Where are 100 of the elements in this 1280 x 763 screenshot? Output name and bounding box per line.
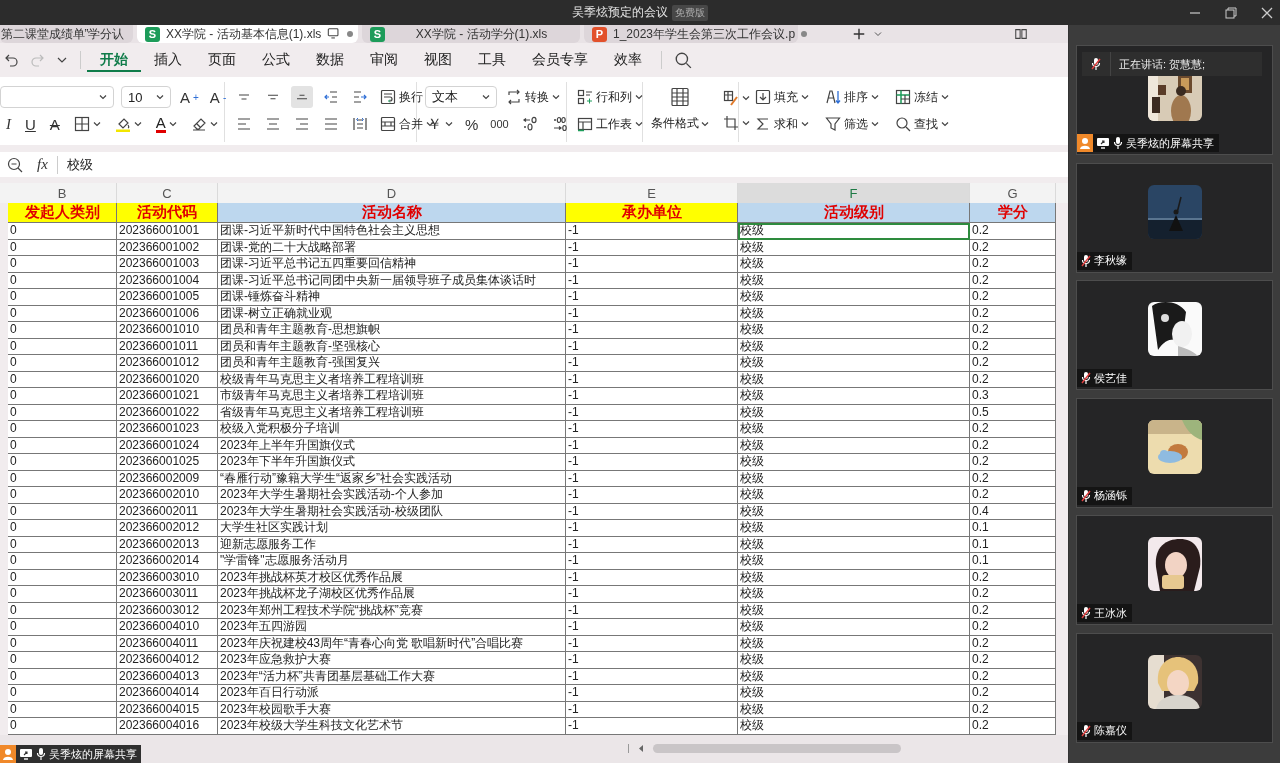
scroll-left-icon[interactable] [637, 744, 645, 754]
document-tab[interactable]: 第二课堂成绩单”学分认 [0, 25, 133, 43]
number-format-field[interactable]: 文本 [425, 86, 497, 108]
file-type-icon: S [145, 26, 160, 42]
participant-tile[interactable]: 正在讲话: 贺慧慧; 吴季炫的屏幕共享 [1076, 45, 1273, 155]
convert-button[interactable]: 转换 [504, 86, 562, 108]
distribute-icon [352, 116, 368, 132]
close-icon[interactable] [1260, 5, 1274, 20]
muted-mic-icon [1081, 488, 1091, 503]
align-left-icon [236, 116, 252, 132]
conditional-format-button[interactable]: 条件格式 [651, 85, 709, 136]
search-icon[interactable] [674, 51, 692, 69]
file-type-icon: S [370, 26, 385, 42]
decrease-decimal-icon [551, 116, 568, 132]
menu-tab[interactable]: 会员专享 [519, 48, 601, 72]
table-cell: 校级 [738, 652, 970, 669]
align-bottom-button[interactable] [291, 86, 313, 108]
menu-tab[interactable]: 审阅 [357, 48, 411, 72]
table-cell: 0.2 [970, 289, 1056, 306]
fill-down-icon [755, 89, 771, 105]
muted-mic-icon [1091, 57, 1101, 71]
sort-button[interactable]: 排序 [823, 86, 881, 108]
align-bottom-icon [296, 94, 308, 100]
caret-icon [445, 121, 453, 127]
font-color-button[interactable]: A [153, 113, 179, 135]
table-header-cell: 承办单位 [566, 203, 738, 223]
table-cell: 0.2 [970, 256, 1056, 273]
caret-icon [871, 94, 879, 100]
caret-icon [209, 121, 218, 127]
worksheet-icon [577, 116, 593, 132]
person-icon [0, 745, 16, 763]
undo-icon[interactable] [4, 52, 20, 68]
table-cell: 团员和青年主题教育-思想旗帜 [218, 322, 566, 339]
menu-tab[interactable]: 公式 [249, 48, 303, 72]
document-tab[interactable]: S XX学院 - 活动基本信息(1).xls [137, 25, 358, 43]
table-cell: 2023年应急救护大赛 [218, 652, 566, 669]
thousands-button[interactable]: 000 [488, 116, 511, 132]
caret-icon [941, 94, 949, 100]
table-cell: -1 [566, 322, 738, 339]
menu-tab[interactable]: 视图 [411, 48, 465, 72]
document-tab[interactable]: S XX学院 - 活动学分(1).xls [362, 25, 580, 43]
table-cell: -1 [566, 718, 738, 735]
freeze-button[interactable]: 冻结 [893, 86, 951, 108]
table-cell: 0 [8, 520, 117, 537]
wrap-text-button[interactable]: 换行 [378, 86, 425, 108]
monitor-icon [327, 27, 342, 41]
participant-tile[interactable]: 王冰冰 [1076, 515, 1273, 625]
underline-button[interactable]: U [23, 113, 38, 135]
menu-tab[interactable]: 开始 [87, 48, 141, 72]
caret-icon [742, 94, 750, 101]
participant-tile[interactable]: 李秋缘 [1076, 162, 1273, 273]
table-cell: -1 [566, 520, 738, 537]
rows-columns-button[interactable]: 行和列 [575, 86, 645, 108]
column-letter[interactable]: F [738, 183, 970, 203]
participant-name: 陈嘉仪 [1094, 723, 1127, 738]
menu-tab[interactable]: 数据 [303, 48, 357, 72]
participant-tile[interactable]: 杨涵铄 [1076, 397, 1273, 508]
table-cell: 0 [8, 619, 117, 636]
worksheet-button[interactable]: 工作表 [575, 113, 645, 135]
menu-tab[interactable]: 效率 [601, 48, 655, 72]
table-cell: 团课-锤炼奋斗精神 [218, 289, 566, 306]
menu-tab[interactable]: 页面 [195, 48, 249, 72]
table-cell: 0 [8, 223, 117, 240]
zoom-out-icon[interactable] [7, 156, 23, 173]
menu-tab[interactable]: 插入 [141, 48, 195, 72]
participant-tile[interactable]: 陈嘉仪 [1076, 632, 1273, 743]
participant-tile[interactable]: 侯艺佳 [1076, 280, 1273, 390]
new-tab-icon[interactable] [852, 27, 866, 41]
currency-button[interactable]: ￥ [425, 112, 455, 136]
table-cell: 0.2 [970, 652, 1056, 669]
table-cell: 校级 [738, 256, 970, 273]
restore-icon[interactable] [1224, 5, 1238, 20]
grow-font-button[interactable]: A$^{+}$ [178, 86, 201, 108]
filter-button[interactable]: 筛选 [823, 113, 881, 135]
font-field[interactable] [0, 86, 114, 108]
table-header-cell: 活动名称 [218, 203, 566, 223]
scrollbar-thumb[interactable] [653, 744, 901, 754]
strikethrough-button[interactable]: A [47, 113, 62, 135]
menu-tab[interactable]: 工具 [465, 48, 519, 72]
italic-button[interactable]: I [4, 113, 13, 135]
table-cell: -1 [566, 553, 738, 570]
fill-button[interactable]: 填充 [753, 86, 811, 108]
sum-button[interactable]: 求和 [753, 113, 811, 135]
book-icon[interactable] [1014, 27, 1028, 41]
find-button[interactable]: 查找 [893, 113, 951, 135]
table-cell: 202366004016 [117, 718, 218, 735]
file-type-icon: P [592, 26, 607, 42]
formula-field[interactable]: 校级 [66, 155, 93, 174]
font-size-field[interactable]: 10 [121, 86, 171, 108]
table-cell: 0.2 [970, 355, 1056, 372]
function-label[interactable]: fx [37, 156, 48, 173]
table-cell: 0.2 [970, 586, 1056, 603]
percent-button[interactable]: % [463, 113, 481, 135]
shrink-font-button[interactable]: A$^{-}$ [207, 86, 229, 108]
caret-icon [552, 94, 560, 100]
table-cell: 校级 [738, 586, 970, 603]
table-cell: 202366004012 [117, 652, 218, 669]
table-cell: 0.1 [970, 553, 1056, 570]
grid-icon [670, 87, 690, 107]
table-cell: 2023年大学生暑期社会实践活动-个人参加 [218, 487, 566, 504]
